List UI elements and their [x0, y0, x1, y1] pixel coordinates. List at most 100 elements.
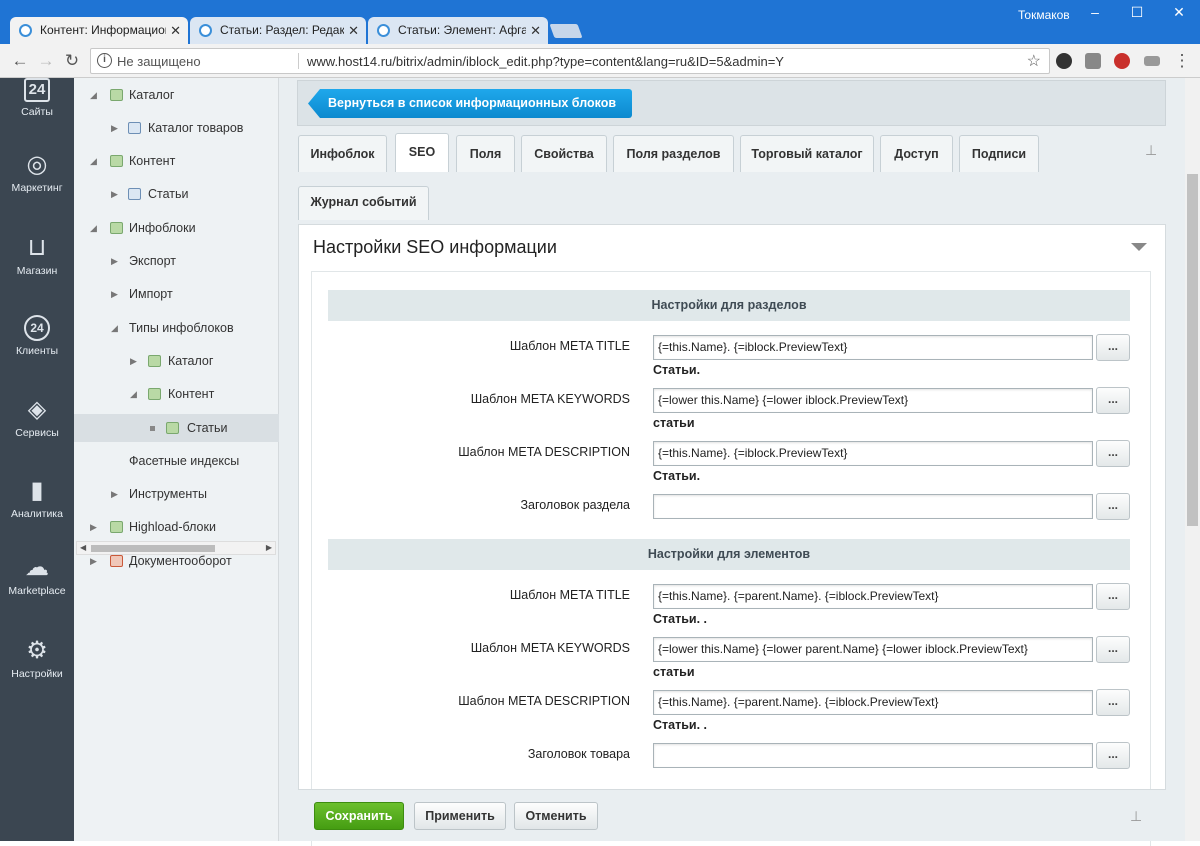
menu-dots-icon[interactable]: ⋮	[1172, 51, 1192, 71]
tree-item-iblock-types[interactable]: ◢ Типы инфоблоков	[74, 314, 279, 342]
collapsed-arrow-icon[interactable]: ▶	[111, 280, 118, 308]
page-vertical-scrollbar[interactable]	[1185, 78, 1200, 841]
scroll-left-icon[interactable]: ◀	[80, 542, 86, 554]
maximize-icon[interactable]: ☐	[1122, 4, 1152, 21]
back-to-list-button[interactable]: Вернуться в список информационных блоков	[308, 89, 633, 118]
scroll-right-icon[interactable]: ▶	[266, 542, 272, 554]
insert-macro-button[interactable]: ...	[1096, 334, 1130, 361]
collapsed-arrow-icon[interactable]: ▶	[111, 114, 118, 142]
element-meta-title-input[interactable]: {=this.Name}. {=parent.Name}. {=iblock.P…	[653, 584, 1093, 609]
info-icon[interactable]: i	[97, 53, 112, 68]
workflow-icon	[110, 555, 123, 567]
tree-item-infoblocks[interactable]: ◢ Инфоблоки	[74, 214, 279, 242]
url-text[interactable]: www.host14.ru/bitrix/admin/iblock_edit.p…	[307, 54, 784, 69]
scroll-thumb[interactable]	[1187, 174, 1198, 526]
tab-section-fields[interactable]: Поля разделов	[613, 135, 734, 172]
tab-seo[interactable]: SEO	[395, 133, 449, 172]
section-meta-description-input[interactable]: {=this.Name}. {=iblock.PreviewText}	[653, 441, 1093, 466]
section-meta-title-input[interactable]: {=this.Name}. {=iblock.PreviewText}	[653, 335, 1093, 360]
back-arrow-icon[interactable]: ←	[10, 51, 30, 71]
menu-item-settings[interactable]: ⚙ Настройки	[0, 638, 74, 681]
new-tab-button[interactable]	[549, 24, 583, 38]
pin-icon[interactable]: ⊥	[1145, 142, 1157, 159]
bitrix-favicon-icon	[19, 24, 32, 37]
tab-trade-catalog[interactable]: Торговый каталог	[740, 135, 874, 172]
tree-item-type-content[interactable]: ◢ Контент	[74, 380, 279, 408]
collapsed-arrow-icon[interactable]: ▶	[111, 480, 118, 508]
tab-captions[interactable]: Подписи	[959, 135, 1039, 172]
browser-tab-1[interactable]: Контент: Информацион ✕	[10, 17, 188, 44]
tab-properties[interactable]: Свойства	[521, 135, 607, 172]
apply-button[interactable]: Применить	[414, 802, 506, 830]
insert-macro-button[interactable]: ...	[1096, 493, 1130, 520]
tree-item-product-catalog[interactable]: ▶ Каталог товаров	[74, 114, 279, 142]
tree-label: Экспорт	[129, 254, 176, 268]
tree-item-export[interactable]: ▶ Экспорт	[74, 247, 279, 275]
save-button[interactable]: Сохранить	[314, 802, 404, 830]
expanded-arrow-icon[interactable]: ◢	[111, 314, 118, 342]
insert-macro-button[interactable]: ...	[1096, 583, 1130, 610]
bookmark-star-icon[interactable]: ☆	[1027, 51, 1041, 71]
section-heading-input[interactable]	[653, 494, 1093, 519]
browser-tab-2[interactable]: Статьи: Раздел: Редактир ✕	[190, 17, 366, 44]
tab-close-icon[interactable]: ✕	[170, 17, 181, 44]
insert-macro-button[interactable]: ...	[1096, 387, 1130, 414]
collapsed-arrow-icon[interactable]: ▶	[111, 247, 118, 275]
insert-macro-button[interactable]: ...	[1096, 689, 1130, 716]
tree-item-tools[interactable]: ▶ Инструменты	[74, 480, 279, 508]
field-label: Заголовок раздела	[520, 498, 630, 512]
extension-mask-icon[interactable]	[1056, 53, 1072, 69]
minimize-icon[interactable]: –	[1080, 4, 1110, 20]
expanded-arrow-icon[interactable]: ◢	[90, 214, 97, 242]
collapsed-arrow-icon[interactable]: ▶	[130, 347, 137, 375]
tab-close-icon[interactable]: ✕	[348, 17, 359, 44]
tree-item-type-articles[interactable]: Статьи	[74, 414, 279, 442]
insert-macro-button[interactable]: ...	[1096, 636, 1130, 663]
insert-macro-button[interactable]: ...	[1096, 742, 1130, 769]
tab-fields[interactable]: Поля	[456, 135, 515, 172]
cancel-button[interactable]: Отменить	[514, 802, 598, 830]
tree-item-import[interactable]: ▶ Импорт	[74, 280, 279, 308]
menu-item-services[interactable]: ◈ Сервисы	[0, 397, 74, 440]
collapsed-arrow-icon[interactable]: ▶	[111, 180, 118, 208]
field-preview: Статьи. .	[653, 612, 708, 626]
forward-arrow-icon[interactable]: →	[36, 51, 56, 71]
insert-macro-button[interactable]: ...	[1096, 440, 1130, 467]
collapsed-arrow-icon[interactable]: ▶	[90, 513, 97, 541]
menu-item-marketplace[interactable]: ☁ Marketplace	[0, 555, 74, 598]
scroll-thumb[interactable]	[91, 545, 215, 552]
extension-badge-icon[interactable]	[1114, 53, 1130, 69]
expanded-arrow-icon[interactable]: ◢	[90, 147, 97, 175]
expanded-arrow-icon[interactable]: ◢	[130, 380, 137, 408]
tree-item-highload[interactable]: ▶ Highload-блоки	[74, 513, 279, 541]
tree-item-content[interactable]: ◢ Контент	[74, 147, 279, 175]
profile-name[interactable]: Токмаков	[1018, 8, 1070, 22]
pin-icon[interactable]: ⊥	[1130, 808, 1142, 825]
tree-item-type-catalog[interactable]: ▶ Каталог	[74, 347, 279, 375]
menu-item-marketing[interactable]: ◎ Маркетинг	[0, 152, 74, 195]
menu-item-shop[interactable]: ⊔ Магазин	[0, 235, 74, 278]
address-bar[interactable]: i Не защищено www.host14.ru/bitrix/admin…	[90, 48, 1050, 74]
tree-horizontal-scrollbar[interactable]: ◀ ▶	[76, 541, 276, 555]
tab-event-log[interactable]: Журнал событий	[298, 186, 429, 220]
tab-access[interactable]: Доступ	[880, 135, 953, 172]
extension-page-icon[interactable]	[1085, 53, 1101, 69]
menu-item-sites[interactable]: 24 Сайты	[0, 78, 74, 118]
menu-item-clients[interactable]: 24 Клиенты	[0, 315, 74, 357]
collapse-arrow-icon[interactable]	[1131, 243, 1147, 251]
reload-icon[interactable]: ↻	[62, 51, 82, 71]
tree-item-facet-indexes[interactable]: Фасетные индексы	[74, 447, 279, 475]
tab-close-icon[interactable]: ✕	[530, 17, 541, 44]
close-window-icon[interactable]: ✕	[1164, 4, 1194, 21]
tree-item-catalog[interactable]: ◢ Каталог	[74, 81, 279, 109]
section-meta-keywords-input[interactable]: {=lower this.Name} {=lower iblock.Previe…	[653, 388, 1093, 413]
element-meta-keywords-input[interactable]: {=lower this.Name} {=lower parent.Name} …	[653, 637, 1093, 662]
expanded-arrow-icon[interactable]: ◢	[90, 81, 97, 109]
extension-box-icon[interactable]	[1144, 56, 1160, 66]
menu-item-analytics[interactable]: ▮ Аналитика	[0, 478, 74, 521]
tree-item-articles[interactable]: ▶ Статьи	[74, 180, 279, 208]
browser-tab-3[interactable]: Статьи: Элемент: Афганс ✕	[368, 17, 548, 44]
tab-infoblock[interactable]: Инфоблок	[298, 135, 387, 172]
product-heading-input[interactable]	[653, 743, 1093, 768]
element-meta-description-input[interactable]: {=this.Name}. {=parent.Name}. {=iblock.P…	[653, 690, 1093, 715]
